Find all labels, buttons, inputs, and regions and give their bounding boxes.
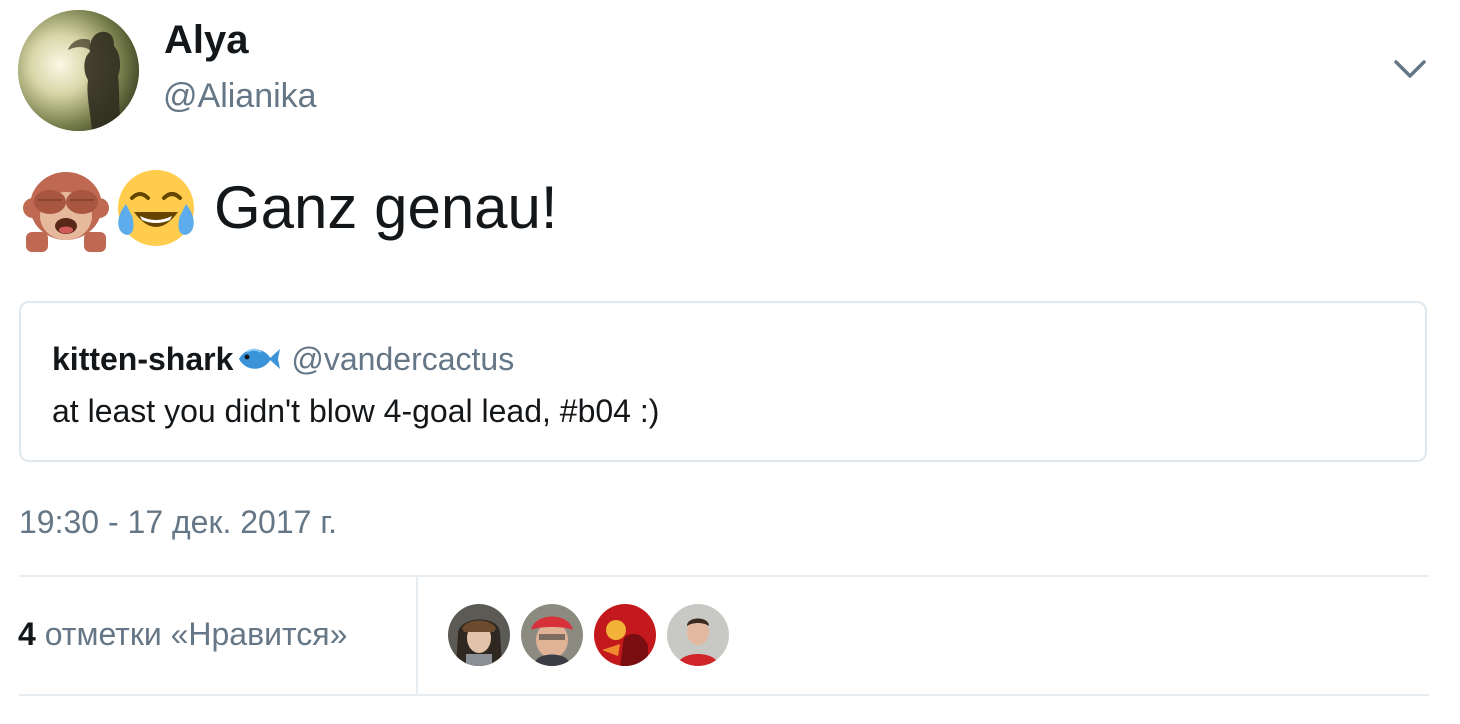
author-display-name[interactable]: Alya: [164, 14, 249, 66]
likers-list: [448, 604, 740, 666]
chevron-down-icon[interactable]: [1390, 52, 1430, 86]
quoted-tweet-text: at least you didn't blow 4-goal lead, #b…: [52, 393, 660, 429]
likes-count: 4: [18, 616, 36, 652]
stats-divider-top: [19, 575, 1429, 577]
tweet-text-body: Ganz genau!: [214, 174, 558, 241]
face-with-tears-of-joy-emoji: [112, 164, 200, 252]
stats-divider-vertical: [416, 577, 418, 694]
likes-stat[interactable]: 4 отметки «Нравится»: [18, 612, 347, 656]
quoted-tweet-header: kitten-shark @vandercactus: [52, 337, 514, 381]
liker-avatar-4[interactable]: [667, 604, 729, 666]
author-avatar[interactable]: [18, 10, 139, 131]
stats-divider-bottom: [19, 694, 1429, 696]
fish-icon: [235, 342, 281, 376]
author-screen-name[interactable]: @Alianika: [163, 74, 317, 118]
liker-avatar-2[interactable]: [521, 604, 583, 666]
liker-avatar-3[interactable]: [594, 604, 656, 666]
likes-label: отметки «Нравится»: [44, 616, 348, 652]
tweet-text: Ganz genau!: [22, 158, 558, 258]
quoted-tweet-card[interactable]: kitten-shark @vandercactus at least you …: [19, 301, 1427, 462]
tweet-timestamp[interactable]: 19:30 - 17 дек. 2017 г.: [19, 500, 337, 544]
tweet-card: Alya @Alianika Ganz genau! kitten-shark …: [0, 0, 1460, 724]
quoted-screen-name: @vandercactus: [291, 340, 515, 377]
liker-avatar-1[interactable]: [448, 604, 510, 666]
quoted-display-name: kitten-shark: [52, 340, 234, 377]
see-no-evil-monkey-emoji: [22, 164, 110, 252]
